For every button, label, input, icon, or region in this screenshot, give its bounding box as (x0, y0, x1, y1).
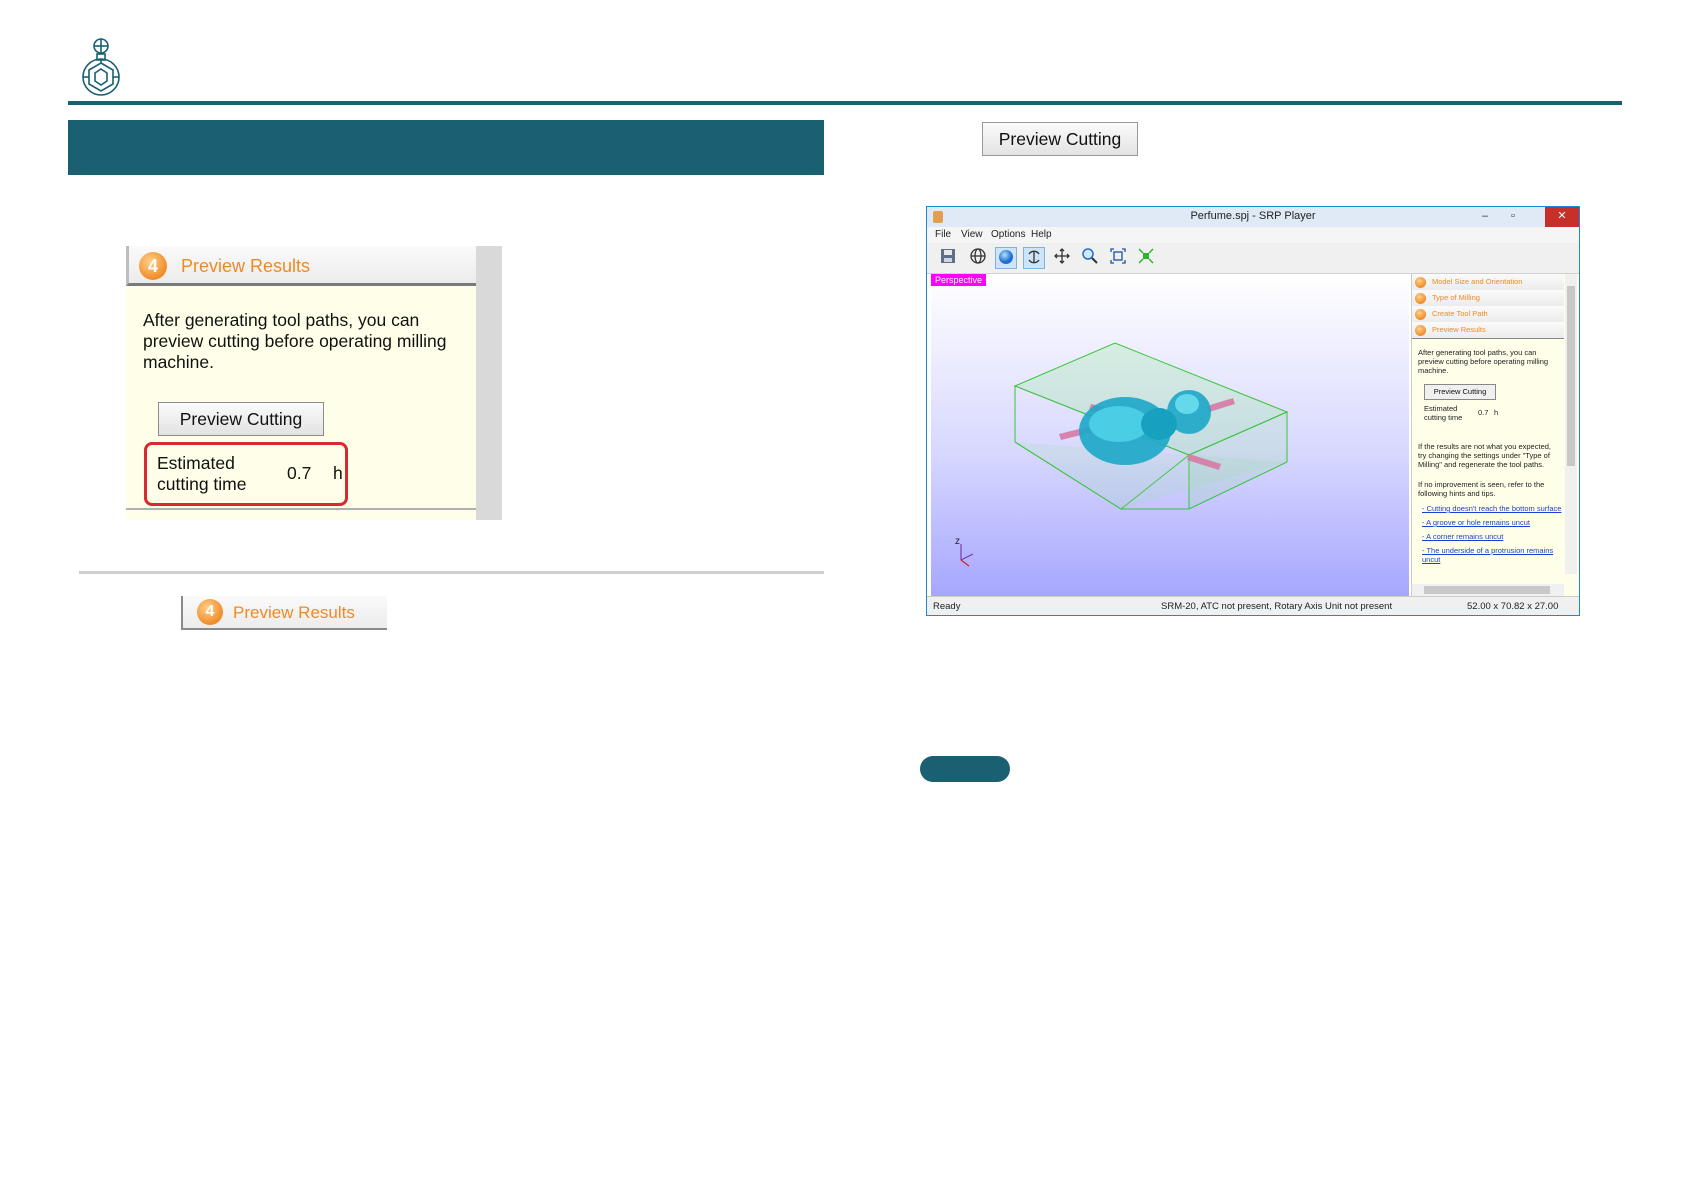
scroll-thumb[interactable] (1567, 286, 1575, 466)
side-panel: Model Size and Orientation Type of Milli… (1411, 274, 1577, 596)
estimated-time-highlight: Estimated cutting time 0.7 h (144, 442, 348, 506)
perfume-bottle-icon (76, 36, 126, 96)
side-hint-1: If the results are not what you expected… (1418, 442, 1551, 469)
menu-bar: File View Options Help (927, 227, 1579, 243)
toolbar (927, 243, 1579, 274)
axis-label: z (955, 536, 960, 547)
hint-link[interactable]: - Cutting doesn't reach the bottom surfa… (1422, 504, 1564, 513)
menu-file[interactable]: File (935, 229, 951, 240)
maximize-icon[interactable]: ▫ (1499, 207, 1527, 227)
estimated-time-unit: h (333, 463, 343, 483)
section-divider (79, 571, 824, 574)
hint-link[interactable]: - The underside of a protrusion remains … (1422, 546, 1564, 564)
side-estimated-unit: h (1494, 408, 1499, 417)
panel-divider (126, 508, 476, 510)
step-number-icon (1415, 277, 1426, 288)
fit-icon[interactable] (1107, 247, 1129, 269)
3d-viewport[interactable]: Perspective z (931, 274, 1409, 596)
side-preview-cutting-button[interactable]: Preview Cutting (1424, 384, 1496, 400)
status-dimensions: 52.00 x 70.82 x 27.00 (1467, 601, 1559, 612)
side-step-type-of-milling[interactable]: Type of Milling (1412, 290, 1564, 307)
center-icon[interactable] (1135, 247, 1157, 269)
side-step-preview-results[interactable]: Preview Results (1412, 322, 1564, 339)
side-step-create-tool-path[interactable]: Create Tool Path (1412, 306, 1564, 323)
scroll-thumb[interactable] (1424, 586, 1550, 594)
pan-icon[interactable] (1051, 247, 1073, 269)
close-icon[interactable]: ✕ (1545, 207, 1579, 227)
estimated-time-label: Estimated cutting time (157, 453, 247, 494)
minimize-icon[interactable]: – (1471, 207, 1499, 227)
preview-cutting-button[interactable]: Preview Cutting (158, 402, 324, 436)
model-preview-render: z (955, 342, 1289, 567)
save-icon[interactable] (937, 247, 959, 269)
side-horizontal-scrollbar[interactable] (1412, 584, 1564, 596)
step-number-icon: 4 (139, 252, 167, 280)
window-titlebar[interactable]: Perfume.spj - SRP Player – ▫ ✕ (927, 207, 1579, 227)
status-bar: Ready SRM-20, ATC not present, Rotary Ax… (927, 596, 1579, 615)
side-hint-2: If no improvement is seen, refer to the … (1418, 480, 1545, 498)
step-tab-label: Preview Results (233, 603, 355, 622)
step-number-icon (1415, 325, 1426, 336)
side-step-label: Model Size and Orientation (1432, 277, 1523, 286)
hint-link[interactable]: - A corner remains uncut (1422, 532, 1564, 541)
zoom-icon[interactable] (1079, 247, 1101, 269)
rotate-icon[interactable] (1023, 247, 1045, 269)
panel-step-title: Preview Results (181, 256, 311, 276)
estimated-time-value: 0.7 (287, 463, 312, 483)
side-estimated-label: Estimated cutting time (1424, 404, 1463, 422)
step-number-icon (1415, 309, 1426, 320)
preview-results-panel: 4 Preview Results After generating tool … (126, 246, 502, 520)
preview-results-step-tab[interactable]: 4 Preview Results (181, 596, 387, 630)
menu-help[interactable]: Help (1031, 229, 1052, 240)
header-rule (68, 101, 1622, 105)
status-machine: SRM-20, ATC not present, Rotary Axis Uni… (1161, 601, 1393, 612)
side-vertical-scrollbar[interactable] (1565, 274, 1577, 574)
panel-scrollbar[interactable] (476, 246, 502, 520)
note-badge (920, 756, 1010, 782)
panel-step-header[interactable]: 4 Preview Results (126, 246, 476, 286)
hint-link[interactable]: - A groove or hole remains uncut (1422, 518, 1564, 527)
preview-cutting-button[interactable]: Preview Cutting (982, 122, 1138, 156)
side-step-label: Create Tool Path (1432, 309, 1488, 318)
menu-options[interactable]: Options (991, 229, 1025, 240)
side-step-model-size[interactable]: Model Size and Orientation (1412, 274, 1564, 291)
step-number-icon: 4 (197, 599, 223, 625)
side-description: After generating tool paths, you can pre… (1418, 348, 1549, 375)
sphere-icon[interactable] (995, 247, 1017, 269)
menu-view[interactable]: View (961, 229, 983, 240)
side-step-label: Type of Milling (1432, 293, 1480, 302)
globe-icon[interactable] (967, 247, 989, 269)
panel-description: After generating tool paths, you can pre… (143, 310, 447, 372)
section-title-bar (68, 120, 824, 175)
step-number-icon (1415, 293, 1426, 304)
side-step-label: Preview Results (1432, 325, 1486, 334)
srp-player-window: Perfume.spj - SRP Player – ▫ ✕ File View… (926, 206, 1580, 616)
status-ready: Ready (933, 601, 961, 612)
